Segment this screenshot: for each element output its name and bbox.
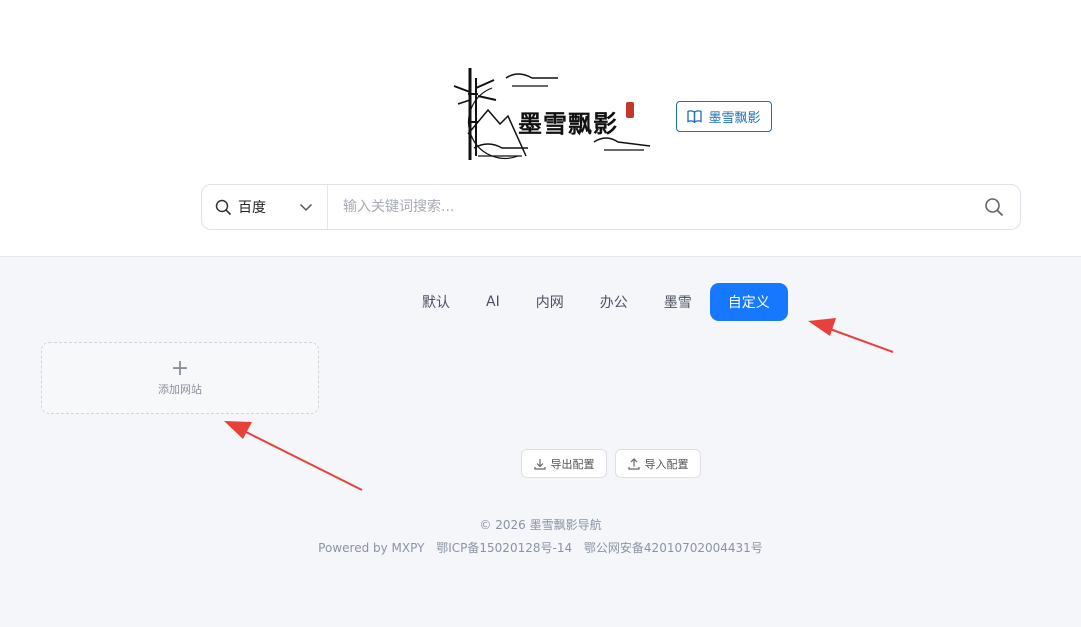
chevron-down-icon [299, 203, 313, 212]
import-config-label: 导入配置 [644, 457, 689, 471]
import-config-button[interactable]: 导入配置 [615, 449, 701, 478]
tab-office[interactable]: 办公 [582, 283, 646, 321]
footer-powered-link[interactable]: Powered by MXPY [318, 541, 424, 555]
category-tabs: 默认 AI 内网 办公 墨雪 自定义 [404, 283, 788, 321]
plus-icon: + [170, 356, 190, 381]
search-engine-label: 百度 [238, 200, 266, 216]
tab-custom[interactable]: 自定义 [709, 283, 788, 321]
tab-moxue[interactable]: 墨雪 [646, 283, 710, 321]
footer-copyright: © 2026 墨雪飘影导航 [479, 518, 602, 532]
tab-ai[interactable]: AI [468, 283, 518, 321]
arrow-to-custom-tab-icon [808, 318, 894, 353]
header-section: 墨雪飘影 墨雪飘影 百度 [0, 0, 1081, 257]
site-logo[interactable]: 墨雪飘影 [448, 64, 654, 166]
search-submit-button[interactable] [968, 185, 1020, 229]
site-link-label: 墨雪飘影 [708, 111, 761, 126]
footer-icp-link[interactable]: 鄂ICP备15020128号-14 [436, 541, 572, 555]
search-icon [215, 199, 232, 215]
tab-default[interactable]: 默认 [404, 283, 468, 321]
download-icon [533, 458, 546, 470]
footer-police-link[interactable]: 鄂公网安备42010702004431号 [584, 541, 763, 555]
tab-intranet[interactable]: 内网 [518, 283, 582, 321]
upload-icon [627, 457, 640, 470]
export-config-button[interactable]: 导出配置 [521, 449, 607, 478]
search-bar: 百度 [201, 184, 1021, 230]
magnifier-icon [985, 198, 1004, 217]
search-input[interactable] [328, 185, 968, 229]
search-engine-select[interactable]: 百度 [202, 185, 328, 229]
arrow-to-add-site-icon [224, 421, 363, 491]
export-config-label: 导出配置 [550, 457, 595, 471]
logo-seal-icon [626, 102, 634, 118]
footer-links: Powered by MXPY 鄂ICP备15020128号-14 鄂公网安备4… [0, 539, 1081, 556]
add-site-label: 添加网站 [158, 383, 202, 396]
add-site-card[interactable]: + 添加网站 [41, 342, 319, 414]
book-icon [687, 110, 703, 123]
site-link-button[interactable]: 墨雪飘影 [676, 101, 772, 132]
logo-text: 墨雪飘影 [518, 109, 618, 138]
